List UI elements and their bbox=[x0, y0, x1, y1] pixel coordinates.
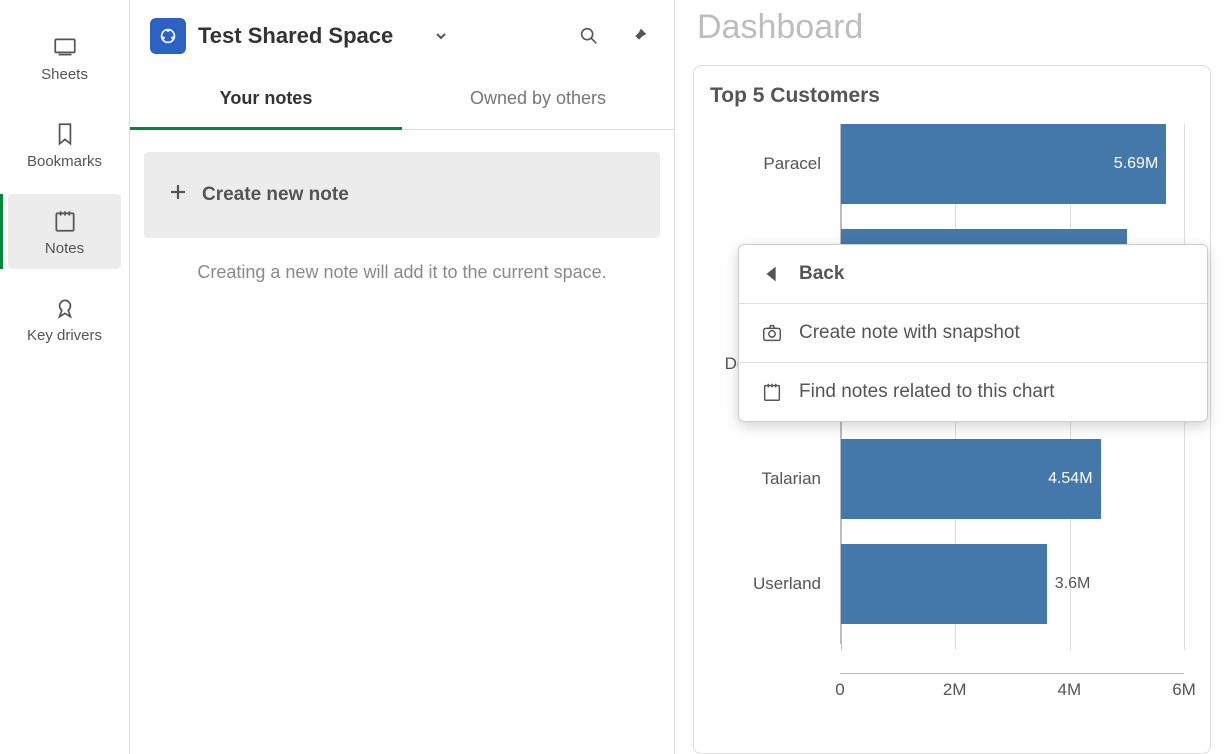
menu-label: Find notes related to this chart bbox=[799, 381, 1055, 403]
left-sidebar: Sheets Bookmarks Notes Key drivers bbox=[0, 0, 130, 754]
menu-back[interactable]: Back bbox=[739, 245, 1207, 303]
bar[interactable]: 3.6M bbox=[841, 544, 1047, 624]
bar-row[interactable]: Talarian4.54M bbox=[841, 439, 1101, 519]
menu-create-note-snapshot[interactable]: Create note with snapshot bbox=[739, 303, 1207, 362]
menu-label: Create note with snapshot bbox=[799, 322, 1020, 344]
page-title: Dashboard bbox=[693, 0, 1211, 65]
space-dropdown[interactable] bbox=[435, 29, 449, 43]
notes-tabs: Your notes Owned by others bbox=[130, 68, 674, 130]
x-tick: 2M bbox=[943, 680, 967, 700]
x-axis: 02M4M6M bbox=[840, 673, 1184, 674]
space-icon bbox=[150, 18, 186, 54]
nav-item-notes[interactable]: Notes bbox=[8, 194, 121, 269]
bar-row[interactable]: Paracel5.69M bbox=[841, 124, 1166, 204]
notes-icon bbox=[761, 381, 783, 403]
tab-owned-by-others[interactable]: Owned by others bbox=[402, 68, 674, 129]
create-note-label: Create new note bbox=[202, 184, 349, 206]
notes-icon bbox=[52, 208, 78, 234]
notes-panel: Test Shared Space Your notes Owned by ot… bbox=[130, 0, 675, 754]
bar-value-label: 5.69M bbox=[1114, 155, 1158, 173]
nav-item-sheets[interactable]: Sheets bbox=[8, 20, 121, 95]
x-tick: 6M bbox=[1172, 680, 1196, 700]
chart-title: Top 5 Customers bbox=[710, 84, 1194, 108]
tab-label: Your notes bbox=[220, 88, 313, 108]
dashboard-panel: Dashboard Top 5 Customers Paracel5.69MAc… bbox=[675, 0, 1229, 754]
nav-label: Notes bbox=[45, 240, 84, 257]
key-drivers-icon bbox=[52, 295, 78, 321]
tab-your-notes[interactable]: Your notes bbox=[130, 68, 402, 130]
bookmark-icon bbox=[52, 121, 78, 147]
nav-label: Key drivers bbox=[27, 327, 102, 344]
back-icon bbox=[761, 263, 783, 285]
bar-value-label: 3.6M bbox=[1055, 575, 1091, 593]
chart-context-menu: Back Create note with snapshot Find note… bbox=[738, 244, 1208, 422]
sheets-icon bbox=[52, 34, 78, 60]
nav-label: Bookmarks bbox=[27, 153, 102, 170]
pin-icon[interactable] bbox=[628, 25, 650, 47]
tab-label: Owned by others bbox=[470, 88, 606, 108]
bar[interactable]: 5.69M bbox=[841, 124, 1166, 204]
nav-item-key-drivers[interactable]: Key drivers bbox=[8, 281, 121, 356]
category-label: Talarian bbox=[711, 469, 831, 489]
helper-text: Creating a new note will add it to the c… bbox=[130, 256, 674, 289]
x-tick: 0 bbox=[835, 680, 844, 700]
category-label: Userland bbox=[711, 574, 831, 594]
plus-icon bbox=[168, 182, 188, 208]
menu-find-related-notes[interactable]: Find notes related to this chart bbox=[739, 362, 1207, 421]
nav-label: Sheets bbox=[41, 66, 88, 83]
x-tick: 4M bbox=[1058, 680, 1082, 700]
bar-value-label: 4.54M bbox=[1048, 470, 1092, 488]
nav-item-bookmarks[interactable]: Bookmarks bbox=[8, 107, 121, 182]
category-label: Paracel bbox=[711, 154, 831, 174]
space-header: Test Shared Space bbox=[130, 0, 674, 68]
create-note-button[interactable]: Create new note bbox=[144, 152, 660, 238]
space-title: Test Shared Space bbox=[198, 23, 393, 49]
menu-label: Back bbox=[799, 263, 844, 285]
search-icon[interactable] bbox=[578, 25, 600, 47]
bar-row[interactable]: Userland3.6M bbox=[841, 544, 1047, 624]
bar[interactable]: 4.54M bbox=[841, 439, 1101, 519]
chart-card: Top 5 Customers Paracel5.69MAcerDeak-Per… bbox=[693, 65, 1211, 754]
camera-icon bbox=[761, 322, 783, 344]
